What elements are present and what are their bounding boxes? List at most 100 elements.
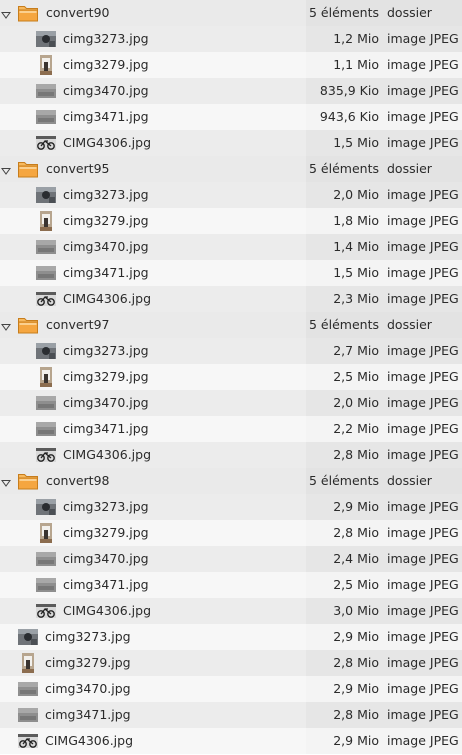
file-row[interactable]: cimg3470.jpg 2,0 Mio image JPEG [0, 390, 462, 416]
file-row[interactable]: cimg3273.jpg 2,0 Mio image JPEG [0, 182, 462, 208]
file-row[interactable]: cimg3470.jpg 835,9 Kio image JPEG [0, 78, 462, 104]
image-thumbnail-icon [35, 600, 57, 622]
file-name: cimg3470.jpg [63, 239, 149, 254]
file-type: image JPEG [387, 551, 459, 566]
file-type: image JPEG [387, 707, 459, 722]
folder-icon [17, 471, 39, 491]
folder-name: convert90 [46, 5, 110, 20]
file-row[interactable]: cimg3471.jpg 2,5 Mio image JPEG [0, 572, 462, 598]
file-row[interactable]: cimg3279.jpg 1,1 Mio image JPEG [0, 52, 462, 78]
file-name: CIMG4306.jpg [63, 447, 152, 462]
folder-icon [17, 159, 39, 179]
file-row[interactable]: cimg3470.jpg 2,9 Mio image JPEG [0, 676, 462, 702]
folder-name: convert98 [46, 473, 110, 488]
file-size: 2,8 Mio [333, 525, 379, 540]
image-thumbnail-icon [35, 106, 57, 128]
file-row[interactable]: cimg3279.jpg 2,8 Mio image JPEG [0, 650, 462, 676]
file-type: image JPEG [387, 187, 459, 202]
folder-icon [17, 315, 39, 335]
folder-row[interactable]: convert95 5 éléments dossier [0, 156, 462, 182]
file-row[interactable]: cimg3273.jpg 2,9 Mio image JPEG [0, 494, 462, 520]
file-size: 1,1 Mio [333, 57, 379, 72]
file-name: cimg3471.jpg [63, 109, 149, 124]
file-size: 2,7 Mio [333, 343, 379, 358]
file-size: 2,9 Mio [333, 629, 379, 644]
file-row[interactable]: cimg3279.jpg 2,8 Mio image JPEG [0, 520, 462, 546]
file-name: cimg3470.jpg [63, 551, 149, 566]
expand-triangle-icon[interactable] [1, 320, 11, 331]
file-size: 2,0 Mio [333, 395, 379, 410]
file-type: image JPEG [387, 681, 459, 696]
file-name: cimg3471.jpg [45, 707, 131, 722]
expand-triangle-icon[interactable] [1, 476, 11, 487]
image-thumbnail-icon [35, 366, 57, 388]
file-size: 1,4 Mio [333, 239, 379, 254]
file-name: cimg3471.jpg [63, 265, 149, 280]
file-name: cimg3279.jpg [45, 655, 131, 670]
image-thumbnail-icon [35, 210, 57, 232]
file-type: dossier [387, 161, 432, 176]
expand-triangle-icon[interactable] [1, 8, 11, 19]
image-thumbnail-icon [35, 418, 57, 440]
file-size: 2,9 Mio [333, 681, 379, 696]
expand-triangle-icon[interactable] [1, 164, 11, 175]
file-row[interactable]: cimg3471.jpg 2,8 Mio image JPEG [0, 702, 462, 728]
image-thumbnail-icon [35, 54, 57, 76]
image-thumbnail-icon [35, 262, 57, 284]
file-size: 943,6 Kio [319, 109, 379, 124]
file-size: 2,9 Mio [333, 499, 379, 514]
file-row[interactable]: CIMG4306.jpg 1,5 Mio image JPEG [0, 130, 462, 156]
file-row[interactable]: cimg3279.jpg 2,5 Mio image JPEG [0, 364, 462, 390]
file-type: image JPEG [387, 447, 459, 462]
file-name: cimg3471.jpg [63, 577, 149, 592]
file-row[interactable]: CIMG4306.jpg 2,3 Mio image JPEG [0, 286, 462, 312]
file-type: image JPEG [387, 499, 459, 514]
folder-row[interactable]: convert90 5 éléments dossier [0, 0, 462, 26]
file-name: cimg3273.jpg [63, 343, 149, 358]
image-thumbnail-icon [35, 574, 57, 596]
file-row[interactable]: CIMG4306.jpg 3,0 Mio image JPEG [0, 598, 462, 624]
file-row[interactable]: cimg3470.jpg 2,4 Mio image JPEG [0, 546, 462, 572]
file-row[interactable]: cimg3273.jpg 1,2 Mio image JPEG [0, 26, 462, 52]
file-list: convert90 5 éléments dossier cimg3273.jpg 1,… [0, 0, 462, 754]
file-size: 2,4 Mio [333, 551, 379, 566]
file-row[interactable]: cimg3471.jpg 943,6 Kio image JPEG [0, 104, 462, 130]
file-size: 1,5 Mio [333, 135, 379, 150]
file-name: cimg3279.jpg [63, 525, 149, 540]
file-name: CIMG4306.jpg [63, 135, 152, 150]
file-row[interactable]: cimg3470.jpg 1,4 Mio image JPEG [0, 234, 462, 260]
folder-row[interactable]: convert97 5 éléments dossier [0, 312, 462, 338]
file-name: cimg3279.jpg [63, 213, 149, 228]
file-row[interactable]: cimg3279.jpg 1,8 Mio image JPEG [0, 208, 462, 234]
file-size: 1,5 Mio [333, 265, 379, 280]
file-name: CIMG4306.jpg [45, 733, 134, 748]
image-thumbnail-icon [35, 184, 57, 206]
image-thumbnail-icon [35, 28, 57, 50]
file-name: CIMG4306.jpg [63, 603, 152, 618]
file-row[interactable]: cimg3273.jpg 2,7 Mio image JPEG [0, 338, 462, 364]
file-size: 835,9 Kio [319, 83, 379, 98]
image-thumbnail-icon [17, 730, 39, 752]
image-thumbnail-icon [17, 626, 39, 648]
image-thumbnail-icon [35, 392, 57, 414]
file-size: 2,2 Mio [333, 421, 379, 436]
file-type: dossier [387, 473, 432, 488]
file-name: CIMG4306.jpg [63, 291, 152, 306]
file-row[interactable]: cimg3273.jpg 2,9 Mio image JPEG [0, 624, 462, 650]
file-row[interactable]: CIMG4306.jpg 2,9 Mio image JPEG [0, 728, 462, 754]
folder-row[interactable]: convert98 5 éléments dossier [0, 468, 462, 494]
file-type: image JPEG [387, 603, 459, 618]
item-count: 5 éléments [309, 473, 379, 488]
file-row[interactable]: cimg3471.jpg 1,5 Mio image JPEG [0, 260, 462, 286]
file-type: image JPEG [387, 733, 459, 748]
file-type: image JPEG [387, 135, 459, 150]
image-thumbnail-icon [17, 652, 39, 674]
file-name: cimg3273.jpg [63, 31, 149, 46]
file-size: 2,9 Mio [333, 733, 379, 748]
folder-icon [17, 3, 39, 23]
file-size: 2,0 Mio [333, 187, 379, 202]
file-row[interactable]: CIMG4306.jpg 2,8 Mio image JPEG [0, 442, 462, 468]
folder-name: convert95 [46, 161, 110, 176]
file-row[interactable]: cimg3471.jpg 2,2 Mio image JPEG [0, 416, 462, 442]
file-name: cimg3470.jpg [45, 681, 131, 696]
